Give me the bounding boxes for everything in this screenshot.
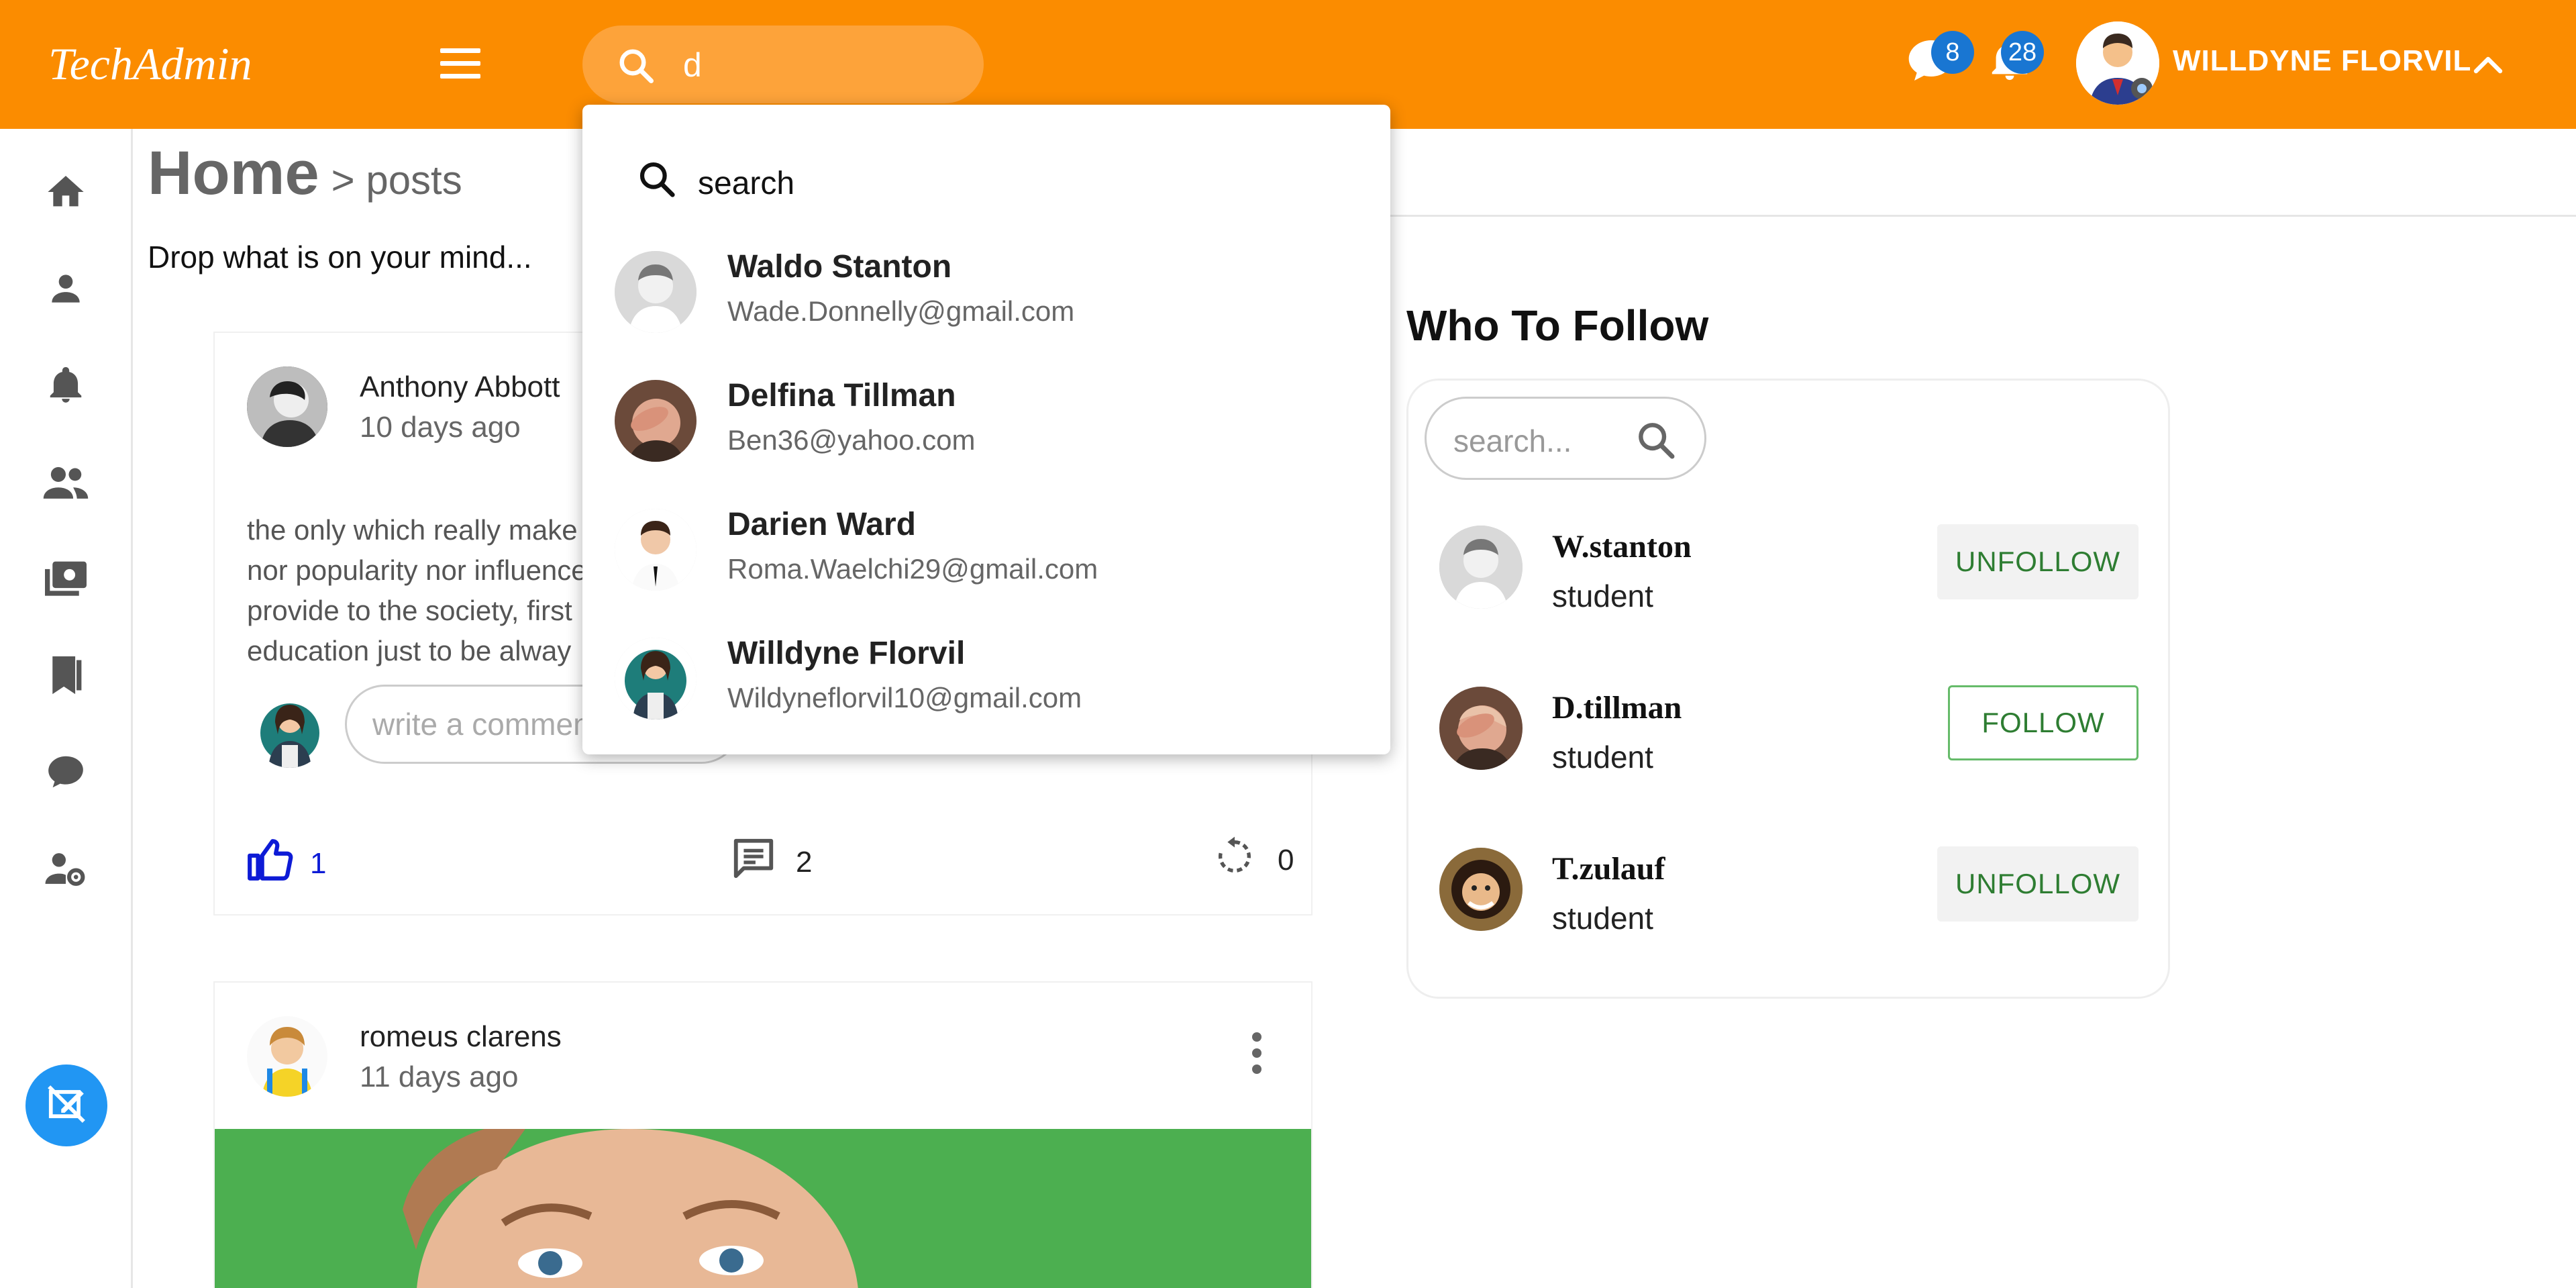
unfollow-button[interactable]: UNFOLLOW [1937, 846, 2139, 922]
header-search-input[interactable]: d [683, 46, 702, 85]
post-text: the only which really make nor popularit… [247, 510, 623, 671]
notifications-badge: 28 [2001, 31, 2044, 74]
post-time: 10 days ago [360, 411, 521, 444]
composer-prompt[interactable]: Drop what is on your mind... [148, 239, 532, 275]
chat-icon [1904, 40, 1958, 90]
search-results-dropdown: search Waldo Stanton Wade.Donnelly@gmail… [582, 105, 1390, 754]
post-card: romeus clarens 11 days ago [213, 981, 1312, 1288]
post-text-line: nor popularity nor influence [247, 554, 587, 586]
like-count: 1 [310, 846, 327, 880]
sidebar-item-bookmarks[interactable] [39, 650, 93, 703]
comment-count: 2 [796, 845, 813, 879]
breadcrumb-home[interactable]: Home [148, 139, 319, 207]
dropdown-search-label: search [698, 165, 795, 201]
notifications-button[interactable]: 28 [1986, 31, 2044, 91]
search-icon[interactable] [1635, 419, 1678, 465]
follow-search-input[interactable]: search... [1453, 423, 1572, 459]
messages-button[interactable]: 8 [1904, 31, 1974, 91]
result-email: Roma.Waelchi29@gmail.com [727, 553, 1098, 585]
result-avatar [615, 251, 697, 333]
user-name[interactable]: WILLDYNE FLORVIL [2173, 44, 2471, 78]
more-options-icon[interactable] [1252, 1032, 1263, 1081]
sidebar-nav [0, 129, 133, 1288]
search-result-item[interactable]: Willdyne Florvil Wildyneflorvil10@gmail.… [615, 622, 1366, 736]
result-email: Wade.Donnelly@gmail.com [727, 295, 1075, 327]
post-author-name[interactable]: romeus clarens [360, 1020, 562, 1054]
thumb-up-icon [246, 835, 295, 892]
sidebar-item-edit-post[interactable] [25, 1064, 107, 1146]
breadcrumb: Home > posts [148, 138, 462, 209]
result-name: Waldo Stanton [727, 249, 952, 285]
commenter-avatar [252, 693, 327, 768]
comment-icon [730, 835, 777, 889]
chat-icon [45, 751, 87, 796]
result-email: Wildyneflorvil10@gmail.com [727, 682, 1082, 713]
result-avatar [615, 509, 697, 591]
result-avatar [615, 638, 697, 720]
follow-role: student [1552, 579, 1653, 613]
breadcrumb-current: > posts [331, 158, 462, 203]
follow-button[interactable]: FOLLOW [1948, 685, 2139, 760]
like-button[interactable]: 1 [246, 835, 326, 892]
follow-search-field[interactable]: search... [1425, 397, 1706, 480]
search-icon [616, 46, 656, 89]
share-button[interactable]: 0 [1213, 835, 1294, 885]
search-result-item[interactable]: Darien Ward Roma.Waelchi29@gmail.com [615, 493, 1366, 607]
post-text-line: the only which really make [247, 514, 578, 546]
sidebar-item-home[interactable] [39, 166, 93, 220]
sidebar-item-account-settings[interactable] [39, 843, 93, 897]
sidebar-item-photos[interactable] [39, 553, 93, 607]
messages-badge: 8 [1931, 31, 1974, 74]
who-to-follow-panel: search... W.stanton student UNFOLLOW D.t… [1406, 379, 2170, 999]
result-name: Darien Ward [727, 507, 916, 542]
search-icon [636, 158, 678, 208]
author-avatar[interactable] [247, 1016, 327, 1097]
brand-logo[interactable]: TechAdmin [48, 38, 252, 91]
follow-name[interactable]: D.tillman [1552, 689, 1682, 726]
post-text-line: provide to the society, first [247, 595, 572, 626]
user-avatar[interactable] [2076, 21, 2159, 105]
search-result-item[interactable]: Waldo Stanton Wade.Donnelly@gmail.com [615, 235, 1366, 349]
result-email: Ben36@yahoo.com [727, 424, 976, 456]
sidebar-item-notifications[interactable] [39, 360, 93, 413]
post-image[interactable] [215, 1129, 1311, 1288]
follow-name[interactable]: W.stanton [1552, 528, 1692, 565]
sidebar-item-chat[interactable] [39, 746, 93, 800]
post-text-line: education just to be alway [247, 635, 572, 666]
group-icon [42, 460, 90, 507]
unfollow-button[interactable]: UNFOLLOW [1937, 524, 2139, 599]
bell-icon [1986, 40, 2033, 90]
sidebar-item-friends[interactable] [39, 456, 93, 510]
dropdown-search-row[interactable]: search [616, 158, 794, 208]
person-icon [45, 268, 87, 313]
header-divider [1389, 215, 2576, 217]
search-result-item[interactable]: Delfina Tillman Ben36@yahoo.com [615, 364, 1366, 478]
bookmarks-icon [45, 652, 87, 701]
follow-avatar[interactable] [1439, 526, 1523, 609]
post-time: 11 days ago [360, 1060, 519, 1093]
bell-icon [45, 364, 87, 409]
result-avatar [615, 380, 697, 462]
result-name: Willdyne Florvil [727, 636, 966, 671]
follow-role: student [1552, 901, 1653, 936]
who-to-follow-title: Who To Follow [1406, 301, 1709, 350]
follow-avatar[interactable] [1439, 848, 1523, 931]
header-search-bar[interactable]: d [582, 26, 984, 103]
menu-icon[interactable] [440, 48, 480, 79]
rotate-share-icon [1213, 835, 1256, 885]
home-icon [44, 170, 87, 217]
user-settings-icon [44, 848, 88, 893]
author-avatar[interactable] [247, 366, 327, 447]
result-name: Delfina Tillman [727, 378, 956, 413]
sidebar-item-profile[interactable] [39, 263, 93, 317]
comments-button[interactable]: 2 [730, 835, 812, 889]
follow-role: student [1552, 740, 1653, 775]
photos-icon [43, 558, 89, 603]
post-author-name[interactable]: Anthony Abbott [360, 370, 560, 404]
share-count: 0 [1278, 843, 1294, 877]
chevron-up-icon[interactable] [2472, 51, 2504, 81]
edit-post-icon [46, 1083, 87, 1128]
follow-avatar[interactable] [1439, 687, 1523, 770]
follow-name[interactable]: T.zulauf [1552, 850, 1665, 887]
